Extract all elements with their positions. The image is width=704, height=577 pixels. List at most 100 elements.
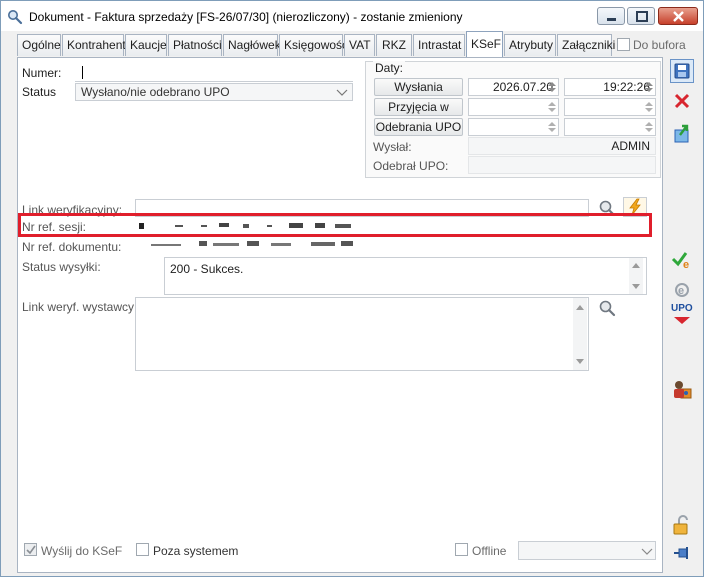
tab-ogolne[interactable]: Ogólne	[17, 34, 61, 56]
spin-arrows-icon[interactable]	[547, 100, 557, 114]
spin-arrows-icon[interactable]	[644, 100, 654, 114]
unlock-button[interactable]	[670, 513, 694, 537]
tab-zalaczniki[interactable]: Załączniki	[557, 34, 616, 56]
tab-ksiegowosc[interactable]: Księgowość	[279, 34, 348, 56]
wyslania-date-field[interactable]: 2026.07.20	[468, 78, 559, 96]
przyjecia-time-field[interactable]	[564, 98, 656, 116]
tab-label: Księgowość	[284, 38, 349, 52]
tab-rkz[interactable]: RKZ	[376, 34, 412, 56]
wyslania-time-field[interactable]: 19:22:26	[564, 78, 656, 96]
tab-label: RKZ	[382, 38, 406, 52]
status-wysylki-label: Status wysyłki:	[22, 260, 101, 274]
upo-label: UPO	[671, 303, 693, 314]
svg-text:e: e	[678, 285, 684, 297]
tab-label: Załączniki	[562, 38, 616, 52]
offline-checkbox[interactable]	[455, 543, 468, 556]
tab-label: Kontrahent	[67, 38, 126, 52]
export-arrow-icon	[674, 124, 689, 143]
scroll-arrows-icon	[576, 305, 584, 364]
odebrania-time-field[interactable]	[564, 118, 656, 136]
tab-label: Kaucje	[130, 38, 167, 52]
wyslania-date: 2026.07.20	[492, 80, 553, 94]
spin-arrows-icon[interactable]	[644, 120, 654, 134]
numer-label: Numer:	[22, 66, 62, 80]
odebrania-upo-button[interactable]: Odebrania UPO	[374, 118, 463, 136]
wyslal-field: ADMIN	[468, 137, 656, 155]
daty-title: Daty:	[373, 61, 406, 75]
users-icon	[674, 381, 692, 399]
cancel-button[interactable]	[670, 89, 694, 113]
wyslania-button[interactable]: Wysłania	[374, 78, 463, 96]
wyslij-do-ksef-checkbox[interactable]	[24, 543, 37, 556]
tab-label: Intrastat	[418, 38, 462, 52]
status-wysylki-scrollbar[interactable]	[629, 258, 643, 294]
do-bufora-label: Do bufora	[633, 38, 686, 52]
spin-arrows-icon[interactable]	[547, 120, 557, 134]
chevron-down-icon	[336, 89, 348, 96]
status-wysylki-value: 200 - Sukces.	[170, 262, 244, 276]
poza-systemem-checkbox[interactable]	[136, 543, 149, 556]
przyjecia-button[interactable]: Przyjęcia w KSeF	[374, 98, 463, 130]
title-bar: Dokument - Faktura sprzedaży [FS-26/07/3…	[1, 1, 703, 31]
export-button[interactable]	[670, 121, 694, 145]
link-weryf-wystawcy-field[interactable]	[135, 297, 589, 371]
offline-label: Offline	[472, 544, 507, 558]
numer-input[interactable]	[75, 63, 353, 81]
offline-select[interactable]	[518, 541, 656, 560]
close-button[interactable]	[658, 7, 698, 25]
padlock-icon	[673, 515, 688, 535]
users-button[interactable]	[670, 377, 694, 401]
search-icon[interactable]	[598, 299, 616, 317]
odebral-upo-field	[468, 156, 656, 174]
link-weryf-wystawcy-label: Link weryf. wystawcy:	[22, 300, 138, 314]
pin-button[interactable]	[670, 542, 694, 566]
tab-intrastat[interactable]: Intrastat	[413, 34, 465, 56]
tab-label: Płatności	[173, 38, 222, 52]
scroll-arrows-icon	[632, 263, 640, 289]
redacted-text	[151, 241, 353, 246]
wyslal-value: ADMIN	[611, 139, 650, 153]
status-label: Status	[22, 85, 57, 99]
document-window: Dokument - Faktura sprzedaży [FS-26/07/3…	[0, 0, 704, 577]
window-title: Dokument - Faktura sprzedaży [FS-26/07/3…	[29, 10, 463, 24]
tab-ksef[interactable]: KSeF	[466, 31, 503, 57]
highlight-frame	[18, 213, 652, 237]
tab-kaucje[interactable]: Kaucje	[125, 34, 167, 56]
spin-arrows-icon[interactable]	[644, 80, 654, 94]
odebrania-date-field[interactable]	[468, 118, 559, 136]
przyjecia-date-field[interactable]	[468, 98, 559, 116]
nr-ref-dokumentu-label: Nr ref. dokumentu:	[22, 240, 122, 254]
numer-underline	[75, 81, 353, 82]
spin-arrows-icon[interactable]	[547, 80, 557, 94]
status-select[interactable]: Wysłano/nie odebrano UPO	[75, 83, 353, 101]
do-bufora-checkbox[interactable]	[617, 38, 630, 51]
red-x-icon	[674, 93, 690, 109]
e-refresh-icon: e	[675, 283, 689, 297]
tab-label: VAT	[349, 38, 371, 52]
save-button[interactable]	[670, 59, 694, 83]
tab-label: Nagłówek	[228, 38, 281, 52]
odebrania-label: Odebrania UPO	[375, 120, 462, 134]
tab-naglowek[interactable]: Nagłówek	[223, 34, 281, 56]
tab-vat[interactable]: VAT	[344, 34, 375, 56]
tab-label: Ogólne	[22, 38, 61, 52]
maximize-icon	[636, 11, 648, 22]
wyslania-time: 19:22:26	[603, 80, 650, 94]
e-refresh-button[interactable]: e	[670, 277, 694, 301]
link-weryf-wystawcy-scrollbar[interactable]	[573, 298, 587, 370]
magnifier-icon	[8, 10, 23, 25]
chevron-down-icon	[641, 548, 653, 555]
tab-platnosci[interactable]: Płatności	[168, 34, 222, 56]
approve-button[interactable]: e	[670, 247, 694, 271]
status-wysylki-field[interactable]: 200 - Sukces.	[164, 257, 647, 295]
minimize-button[interactable]	[597, 7, 625, 25]
close-icon	[673, 11, 684, 22]
tab-label: KSeF	[471, 37, 502, 51]
check-icon	[26, 545, 36, 555]
wyslal-label: Wysłał:	[373, 140, 412, 154]
tab-kontrahent[interactable]: Kontrahent	[62, 34, 126, 56]
odebral-upo-label: Odebrał UPO:	[373, 159, 449, 173]
tab-atrybuty[interactable]: Atrybuty	[504, 34, 556, 56]
maximize-button[interactable]	[627, 7, 655, 25]
upo-button[interactable]: UPO	[670, 303, 694, 327]
